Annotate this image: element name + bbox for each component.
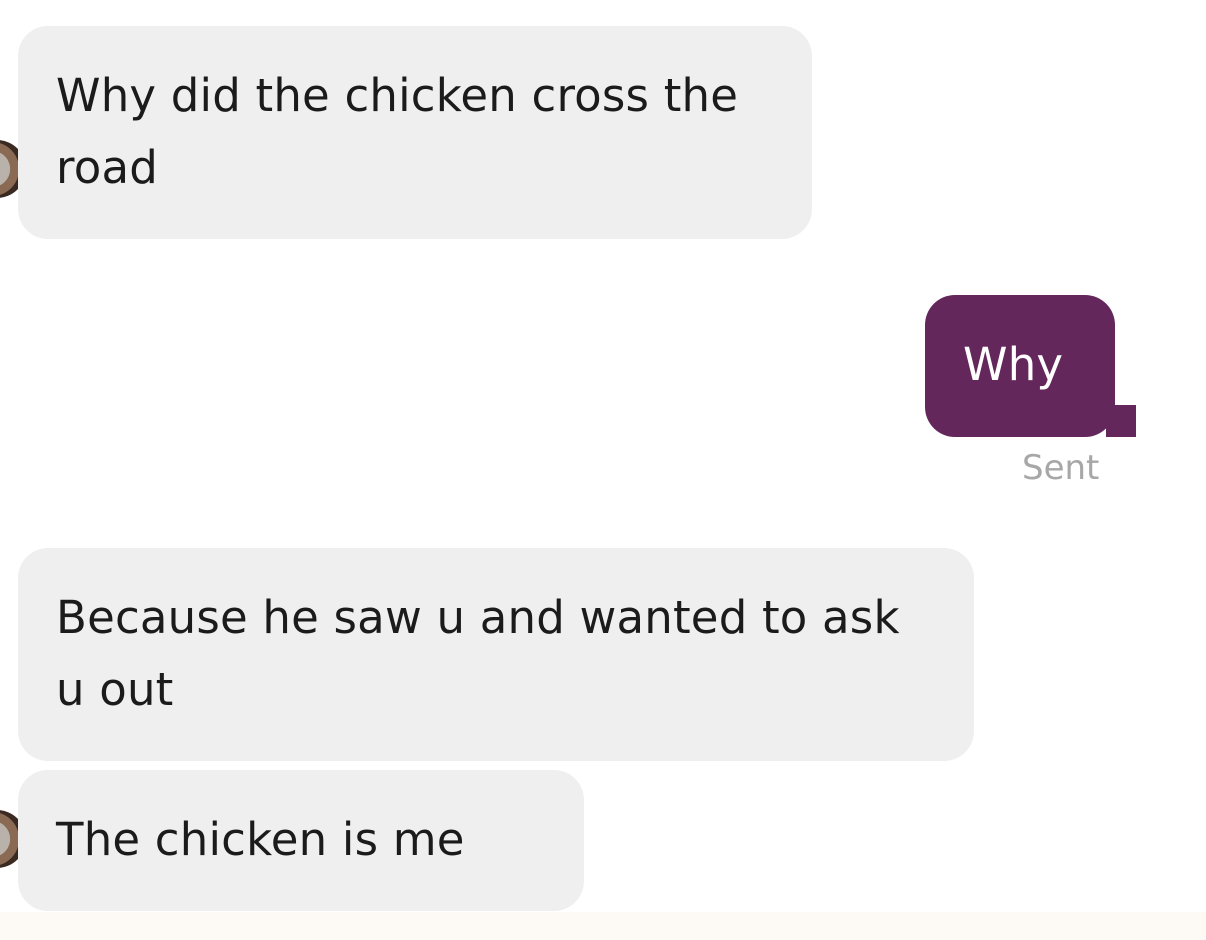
message-bubble-received[interactable]: Because he saw u and wanted to ask u out (18, 548, 974, 761)
message-text: Because he saw u and wanted to ask u out (56, 591, 900, 716)
message-thread: Why did the chicken cross the road Why S… (0, 0, 1206, 912)
sent-bubble-tail (1106, 405, 1136, 437)
message-text: Why (963, 338, 1064, 391)
sent-bubble-tail-mask (1136, 397, 1176, 437)
composer-area-edge (0, 912, 1206, 940)
delivery-status: Sent (1022, 448, 1100, 488)
message-text: The chicken is me (56, 813, 465, 866)
message-bubble-sent[interactable]: Why (925, 295, 1115, 437)
message-bubble-received[interactable]: Why did the chicken cross the road (18, 26, 812, 239)
message-text: Why did the chicken cross the road (56, 69, 739, 194)
message-bubble-received[interactable]: The chicken is me (18, 770, 584, 911)
